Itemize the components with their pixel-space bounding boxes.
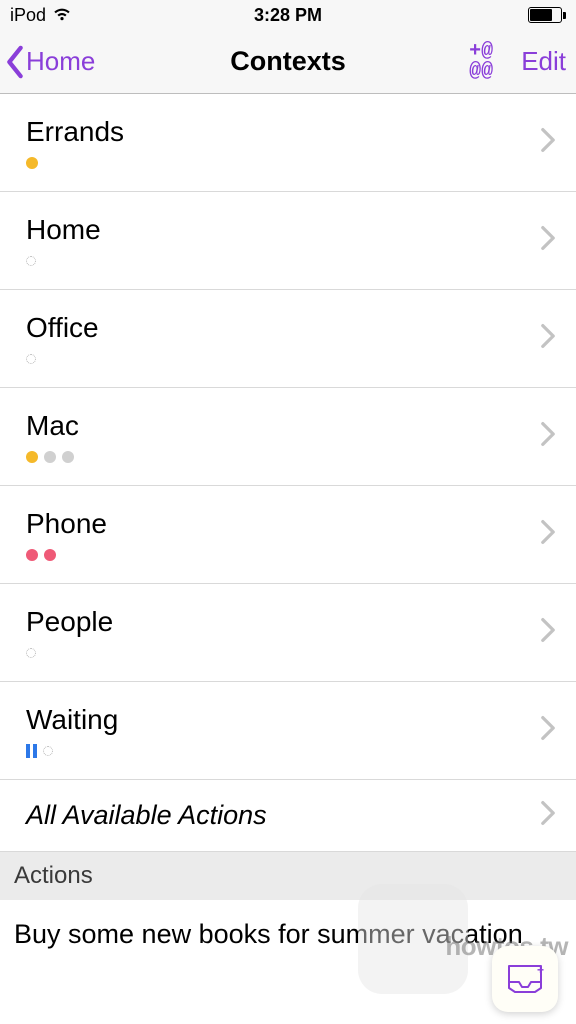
nav-bar: Home Contexts +@ @@ Edit — [0, 30, 576, 94]
status-dot-empty — [26, 256, 36, 266]
indicators — [26, 646, 113, 660]
page-title: Contexts — [230, 46, 346, 77]
section-header-actions: Actions — [0, 852, 576, 900]
all-available-actions[interactable]: All Available Actions — [0, 780, 576, 852]
clock: 3:28 PM — [254, 5, 322, 26]
context-row[interactable]: Mac — [0, 388, 576, 486]
context-label: Mac — [26, 410, 79, 442]
inbox-button[interactable]: + — [492, 946, 558, 1012]
status-dot-empty — [26, 354, 36, 364]
add-context-button[interactable]: +@ @@ — [469, 42, 493, 82]
indicators — [26, 352, 99, 366]
context-row[interactable]: Office — [0, 290, 576, 388]
back-label: Home — [26, 46, 95, 77]
indicators — [26, 548, 107, 562]
context-row[interactable]: People — [0, 584, 576, 682]
status-dot — [44, 451, 56, 463]
battery-icon — [528, 7, 566, 23]
chevron-right-icon — [540, 617, 556, 648]
status-dot — [26, 157, 38, 169]
context-row[interactable]: Phone — [0, 486, 576, 584]
chevron-right-icon — [540, 127, 556, 158]
context-row[interactable]: Errands — [0, 94, 576, 192]
device-label: iPod — [10, 5, 46, 26]
edit-button[interactable]: Edit — [521, 46, 566, 77]
svg-text:+: + — [537, 963, 544, 977]
indicators — [26, 254, 101, 268]
pause-icon — [26, 744, 37, 758]
status-dot — [62, 451, 74, 463]
context-label: People — [26, 606, 113, 638]
status-dot — [26, 549, 38, 561]
context-list: Errands Home Office Mac Phone People Waiting — [0, 94, 576, 780]
status-dot — [26, 451, 38, 463]
chevron-left-icon — [4, 45, 26, 79]
context-label: Office — [26, 312, 99, 344]
back-button[interactable]: Home — [4, 45, 95, 79]
chevron-right-icon — [540, 225, 556, 256]
status-dot — [44, 549, 56, 561]
chevron-right-icon — [540, 800, 556, 831]
status-dot-empty — [26, 648, 36, 658]
chevron-right-icon — [540, 519, 556, 550]
chevron-right-icon — [540, 715, 556, 746]
wifi-icon — [52, 5, 72, 26]
status-dot-empty — [43, 746, 53, 756]
chevron-right-icon — [540, 421, 556, 452]
context-label: Waiting — [26, 704, 118, 736]
context-label: Phone — [26, 508, 107, 540]
inbox-icon: + — [505, 962, 545, 996]
context-row[interactable]: Waiting — [0, 682, 576, 780]
context-label: Errands — [26, 116, 124, 148]
context-row[interactable]: Home — [0, 192, 576, 290]
indicators — [26, 156, 124, 170]
chevron-right-icon — [540, 323, 556, 354]
context-label: Home — [26, 214, 101, 246]
indicators — [26, 450, 79, 464]
all-actions-label: All Available Actions — [26, 800, 267, 831]
status-bar: iPod 3:28 PM — [0, 0, 576, 30]
indicators — [26, 744, 118, 758]
